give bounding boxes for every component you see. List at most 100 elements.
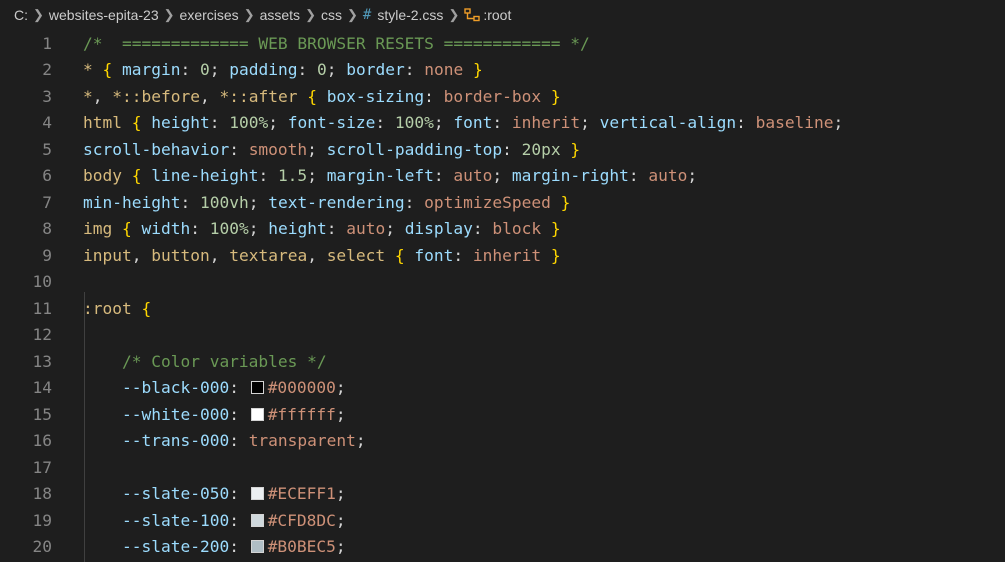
code-token: font-size <box>287 113 376 133</box>
code-token: { <box>131 113 142 133</box>
line-number: 2 <box>42 60 52 80</box>
line-number: 19 <box>32 510 53 530</box>
code-token: : <box>375 113 395 133</box>
line-code: --black-000: #000000; <box>52 378 346 397</box>
code-line[interactable]: 3 *, *::before, *::after { box-sizing: bo… <box>0 83 1005 110</box>
color-swatch[interactable] <box>250 381 264 395</box>
code-token: margin <box>122 60 181 80</box>
code-token: border <box>346 60 405 80</box>
code-token: : <box>229 139 249 159</box>
line-code: --trans-000: transparent; <box>52 431 366 450</box>
code-token: select <box>326 245 386 265</box>
line-code: input, button, textarea, select { font: … <box>52 246 561 265</box>
code-token: : <box>229 537 249 557</box>
code-token: : <box>453 245 473 265</box>
code-line[interactable]: 16 --trans-000: transparent; <box>0 428 1005 455</box>
breadcrumb-drive[interactable]: C: <box>14 7 28 23</box>
line-number: 15 <box>32 404 53 424</box>
line-number: 12 <box>32 325 53 345</box>
breadcrumb-folder-css[interactable]: css <box>321 7 342 23</box>
code-token: box-sizing <box>326 86 425 106</box>
code-line[interactable]: 19 --slate-100: #CFD8DC; <box>0 507 1005 534</box>
code-token: --slate-100 <box>121 510 230 530</box>
line-number: 10 <box>32 272 53 292</box>
code-token: #ECEFF1 <box>267 484 336 504</box>
code-token: ; <box>687 166 698 186</box>
code-line[interactable]: 14 --black-000: #000000; <box>0 375 1005 402</box>
code-token: ; <box>307 166 327 186</box>
code-token: *::after <box>219 86 298 106</box>
code-line[interactable]: 11:root { <box>0 295 1005 322</box>
line-number: 4 <box>42 113 52 133</box>
color-swatch[interactable] <box>250 513 264 527</box>
breadcrumb-symbol[interactable]: :root <box>483 7 511 23</box>
code-token: baseline <box>755 113 834 133</box>
chevron-right-icon: ❯ <box>163 7 175 22</box>
code-token: vertical-align <box>599 113 737 133</box>
line-code: img { width: 100%; height: auto; display… <box>52 219 561 238</box>
code-token: { <box>102 60 113 80</box>
code-token: : <box>404 192 425 212</box>
code-token: : <box>492 113 512 133</box>
code-token: : <box>229 484 249 504</box>
code-token: *::before <box>112 86 200 106</box>
code-token: inherit <box>472 245 542 265</box>
code-line[interactable]: 17 <box>0 454 1005 481</box>
code-line[interactable]: 1 /* ============= WEB BROWSER RESETS ===… <box>0 30 1005 57</box>
code-token: , <box>199 86 220 106</box>
code-token: : <box>229 378 249 398</box>
code-line[interactable]: 18 --slate-050: #ECEFF1; <box>0 481 1005 508</box>
code-token: button <box>151 245 210 265</box>
code-line[interactable]: 15 --white-000: #ffffff; <box>0 401 1005 428</box>
chevron-right-icon: ❯ <box>33 7 44 22</box>
breadcrumb-file[interactable]: style-2.css <box>377 7 443 23</box>
code-line[interactable]: 13 /* Color variables */ <box>0 348 1005 375</box>
color-swatch[interactable] <box>250 487 264 501</box>
code-token: 100% <box>394 113 434 133</box>
code-token: ; <box>248 192 269 212</box>
code-token: scroll-behavior <box>83 139 230 159</box>
code-line[interactable]: 20 --slate-200: #B0BEC5; <box>0 534 1005 561</box>
code-token: { <box>131 166 142 186</box>
code-line[interactable]: 10 <box>0 269 1005 296</box>
color-swatch[interactable] <box>250 540 264 554</box>
code-token: ; <box>355 431 366 451</box>
code-line[interactable]: 6 body { line-height: 1.5; margin-left: a… <box>0 163 1005 190</box>
color-swatch[interactable] <box>250 407 264 421</box>
code-token: : <box>297 60 317 80</box>
code-token: body <box>83 166 122 186</box>
code-token: border-box <box>443 86 542 106</box>
code-token: ; <box>833 113 844 133</box>
breadcrumb-folder-websites[interactable]: websites-epita-23 <box>49 7 159 23</box>
breadcrumb-folder-assets[interactable]: assets <box>260 7 300 23</box>
code-token: /* Color variables */ <box>121 351 327 371</box>
code-line[interactable]: 4 html { height: 100%; font-size: 100%; f… <box>0 110 1005 137</box>
code-line[interactable]: 8 img { width: 100%; height: auto; displa… <box>0 216 1005 243</box>
code-line[interactable]: 9 input, button, textarea, select { font:… <box>0 242 1005 269</box>
code-line[interactable]: 12 <box>0 322 1005 349</box>
code-line[interactable]: 7 min-height: 100vh; text-rendering: opti… <box>0 189 1005 216</box>
code-editor[interactable]: 1 /* ============= WEB BROWSER RESETS ===… <box>0 30 1005 560</box>
code-token: optimizeSpeed <box>424 192 551 212</box>
code-token: --black-000 <box>121 378 230 398</box>
code-line[interactable]: 2 * { margin: 0; padding: 0; border: none… <box>0 57 1005 84</box>
breadcrumb-folder-exercises[interactable]: exercises <box>180 7 239 23</box>
code-token: } <box>550 86 561 106</box>
code-token: textarea <box>229 245 308 265</box>
indent-guide <box>84 292 85 562</box>
breadcrumb: C: ❯ websites-epita-23 ❯ exercises ❯ ass… <box>0 0 1005 30</box>
code-token: ; <box>335 537 346 557</box>
code-token: : <box>258 166 278 186</box>
code-token: : <box>736 113 756 133</box>
line-number: 9 <box>42 245 52 265</box>
code-token: ; <box>385 219 405 239</box>
code-line[interactable]: 5 scroll-behavior: smooth; scroll-padding… <box>0 136 1005 163</box>
code-token: : <box>326 219 347 239</box>
